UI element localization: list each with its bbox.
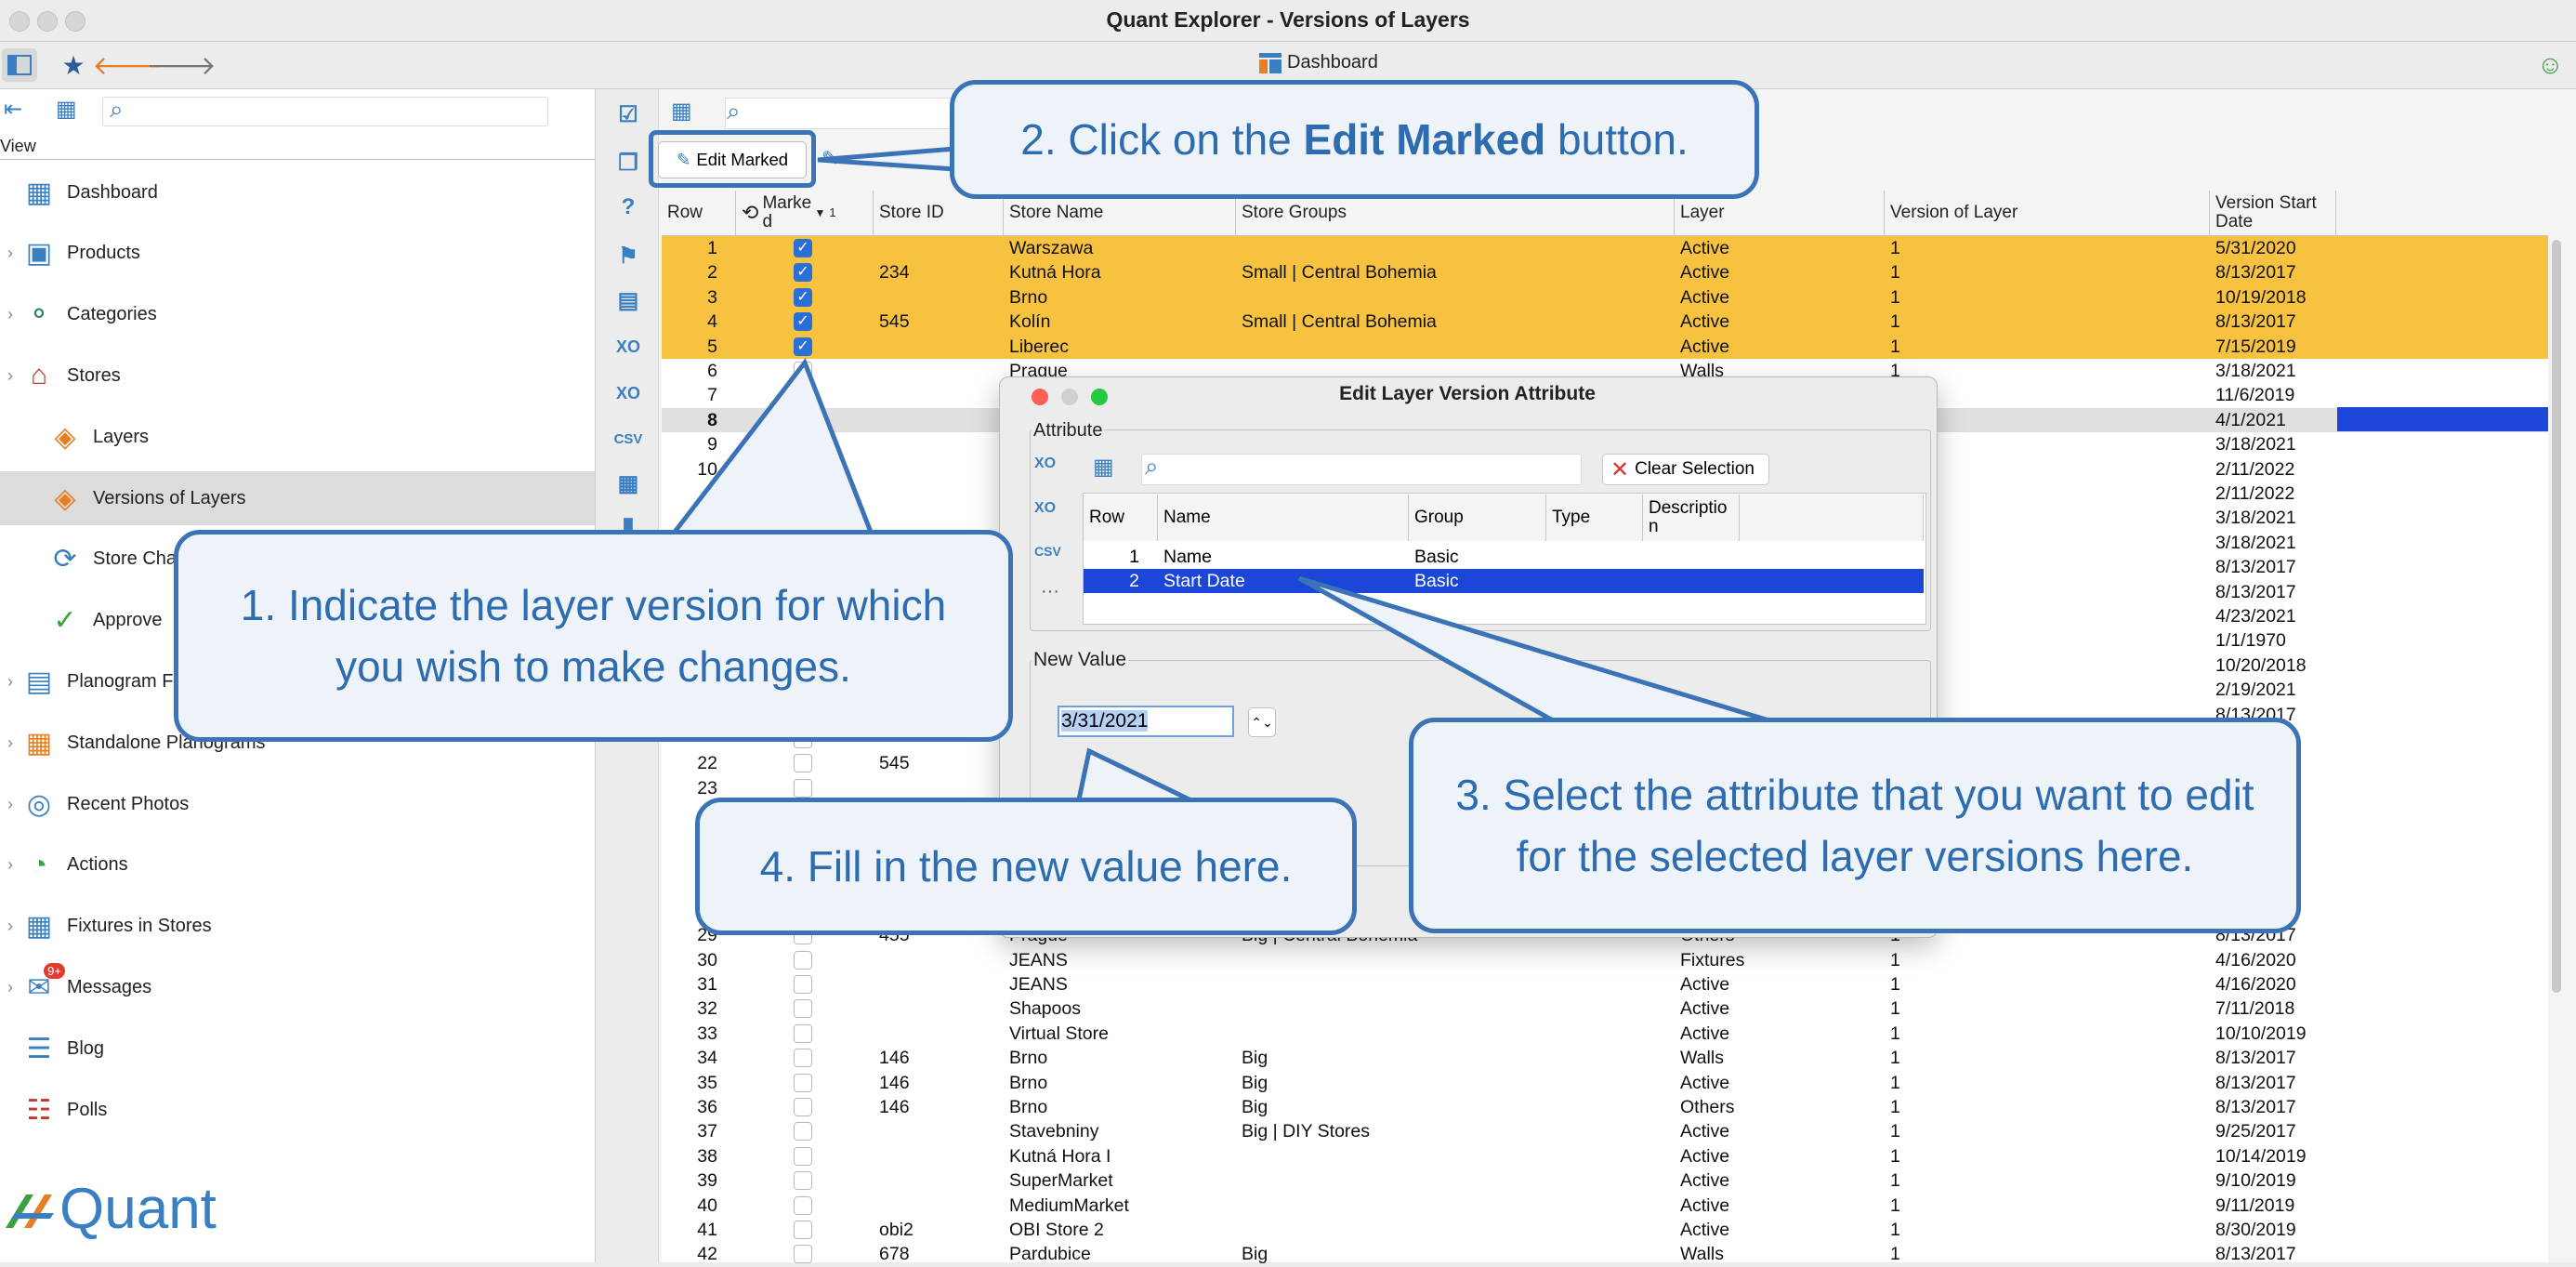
callout-2-text: 2. Click on the Edit Marked button. (1020, 109, 1688, 170)
callout-4-tail (1074, 747, 1201, 807)
callout-1-text: 1. Indicate the layer version for which … (240, 581, 947, 691)
callout-step-2: 2. Click on the Edit Marked button. (950, 80, 1759, 199)
callout-2-bold: Edit Marked (1303, 115, 1546, 164)
callout-step-4: 4. Fill in the new value here. (695, 798, 1357, 935)
callout-3-text: 3. Select the attribute that you want to… (1455, 771, 2254, 880)
callout-step-1: 1. Indicate the layer version for which … (174, 530, 1013, 742)
callout-step-3: 3. Select the attribute that you want to… (1409, 718, 2301, 933)
callout-2-tail (817, 146, 958, 172)
callout-3-tail (1297, 575, 1785, 728)
callout-2-pre: 2. Click on the (1020, 115, 1304, 164)
callout-4-text: 4. Fill in the new value here. (759, 842, 1293, 891)
callout-2-post: button. (1545, 115, 1689, 164)
callout-1-tail (664, 357, 877, 542)
